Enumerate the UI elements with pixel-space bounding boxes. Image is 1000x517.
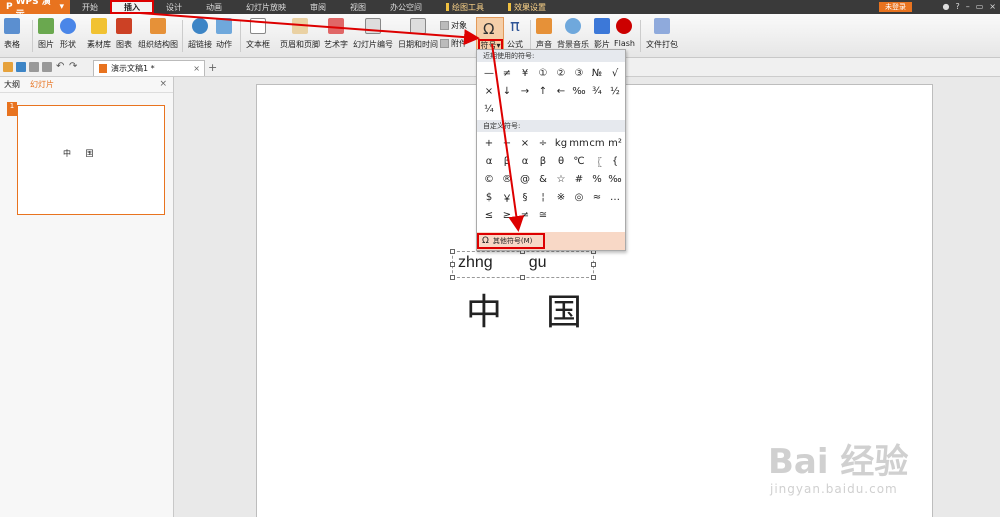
- arrow-insert-to-symbol: [139, 12, 480, 46]
- baidu-watermark: Bai 经验 jingyan.baidu.com: [768, 434, 909, 496]
- arrow-symbol-to-more: [491, 43, 525, 232]
- watermark-brand: Bai 经验: [768, 442, 909, 482]
- watermark-url: jingyan.baidu.com: [770, 482, 898, 496]
